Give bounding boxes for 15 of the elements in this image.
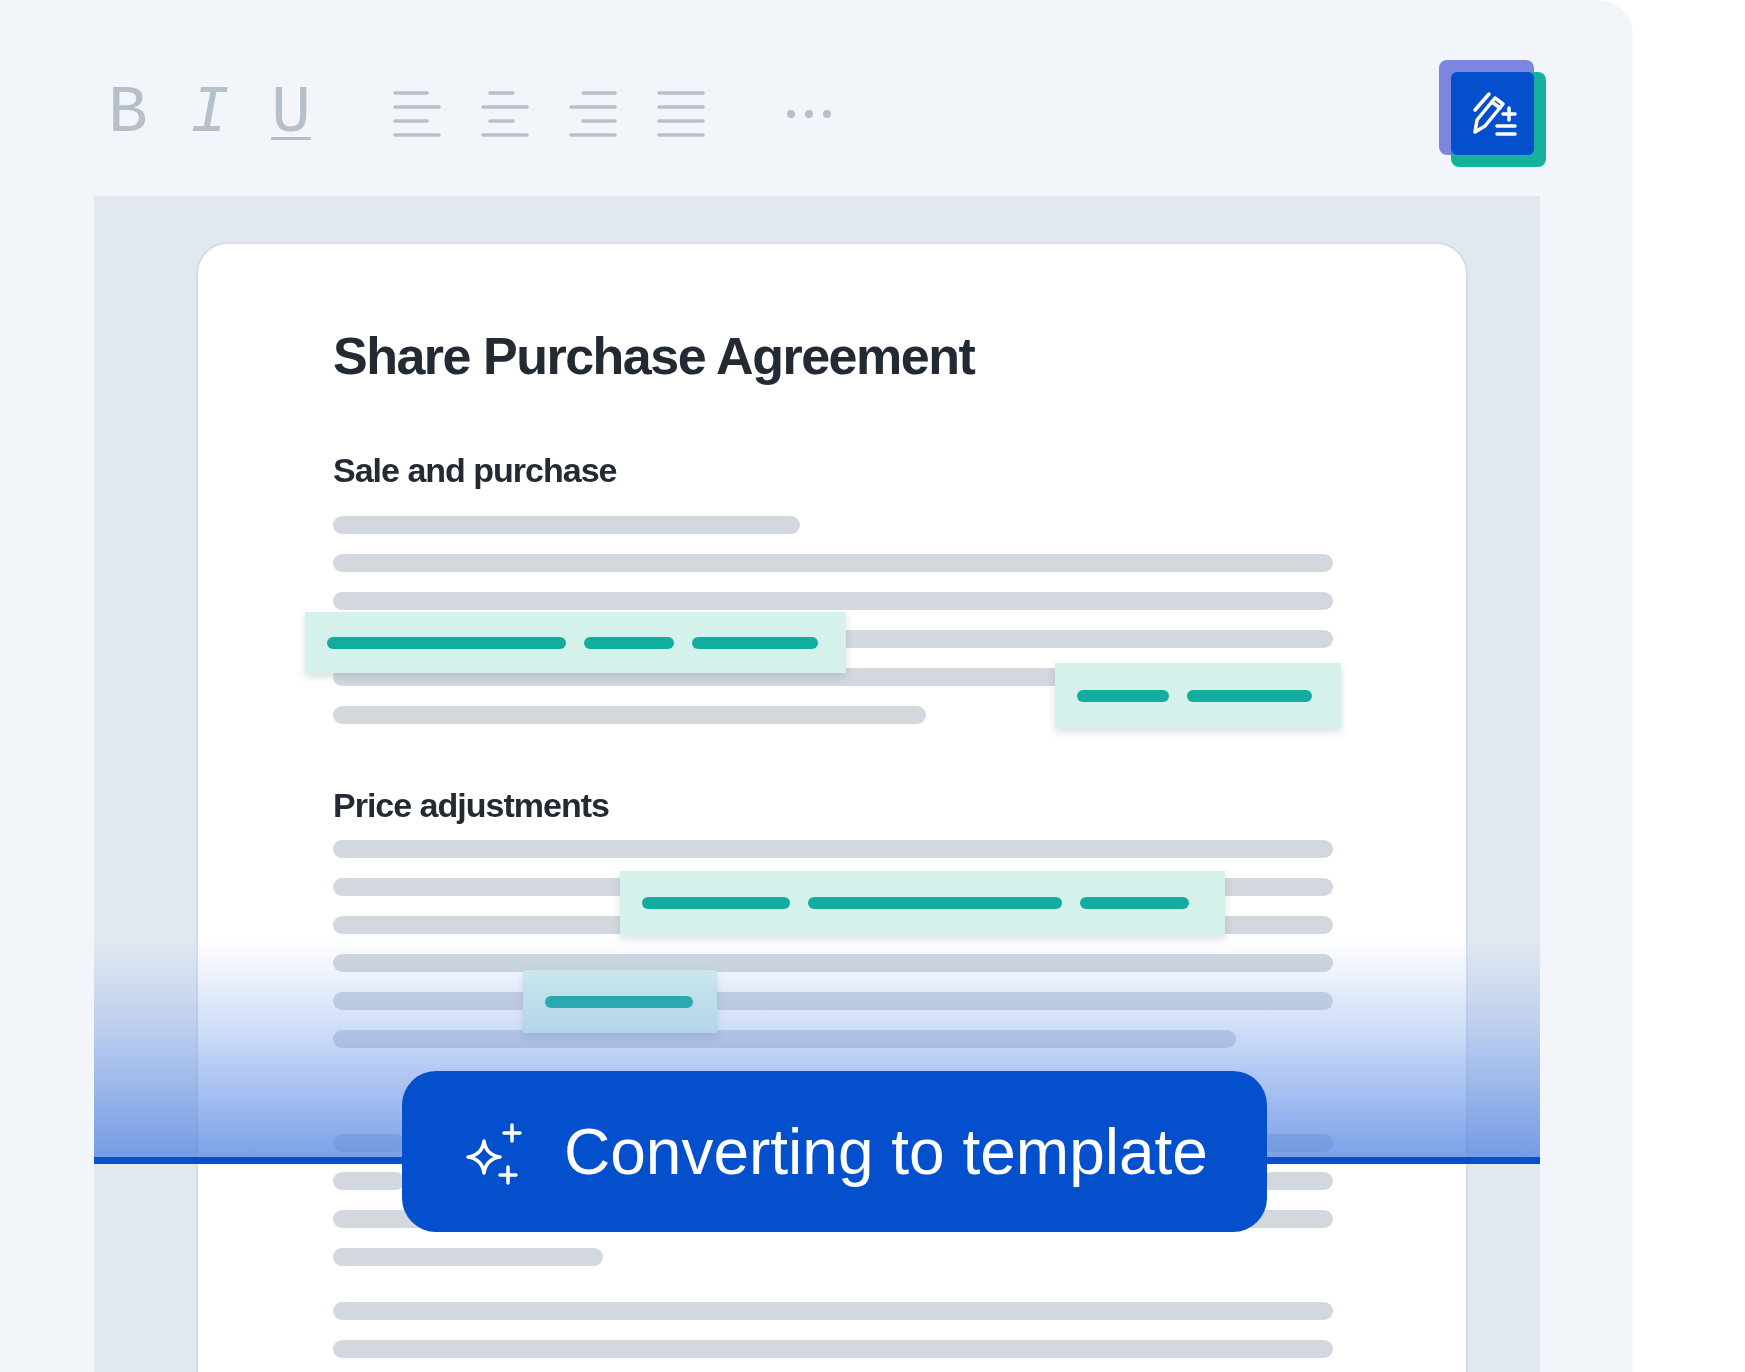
bold-button[interactable]: B <box>108 82 148 146</box>
status-text: Converting to template <box>564 1114 1208 1190</box>
section-heading: Sale and purchase <box>333 450 618 490</box>
underline-button[interactable]: U <box>271 82 311 146</box>
align-right-icon <box>568 90 617 138</box>
align-center-icon <box>480 90 529 138</box>
section-heading: Price adjustments <box>333 785 610 825</box>
more-icon <box>786 110 831 118</box>
align-left-icon <box>392 90 441 138</box>
text-placeholder-line <box>333 1134 405 1152</box>
justify-icon <box>656 90 705 138</box>
italic-button[interactable]: I <box>189 82 230 146</box>
document-title: Share Purchase Agreement <box>333 326 976 386</box>
text-placeholder-line <box>333 1172 405 1190</box>
add-template-button[interactable] <box>1439 60 1547 168</box>
